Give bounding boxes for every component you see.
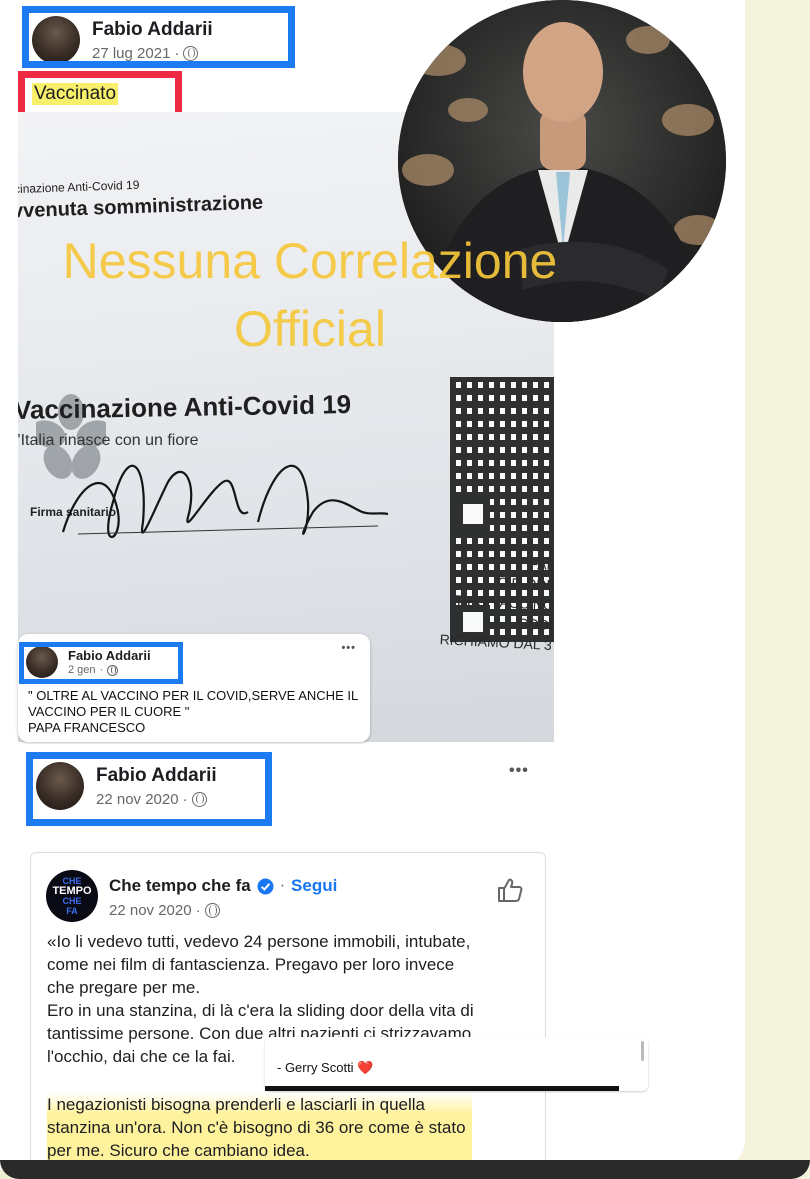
logo-text: TEMPO xyxy=(52,885,92,897)
watermark-line2: Official xyxy=(234,301,386,357)
watermark-line1: Nessuna Correlazione xyxy=(62,233,558,289)
text-line: come nei film di fantascienza. Pregavo p… xyxy=(47,955,455,974)
shared-paragraph-1: «Io li vedevo tutti, vedevo 24 persone i… xyxy=(47,930,470,999)
mini-text-line: VACCINO PER IL CUORE " xyxy=(28,704,190,719)
more-options-icon[interactable]: ••• xyxy=(341,642,356,654)
globe-icon xyxy=(204,903,220,918)
text-line: che pregare per me. xyxy=(47,978,201,997)
shared-page-logo[interactable]: CHE TEMPO CHE FA xyxy=(46,870,98,922)
text-line: stanzina un'ora. Non c'è bisogno di 36 o… xyxy=(47,1118,466,1137)
mini-comment-text: " OLTRE AL VACCINO PER IL COVID,SERVE AN… xyxy=(28,688,358,736)
shared-meta: 22 nov 2020 · xyxy=(109,902,220,919)
shared-header: Che tempo che fa · Segui xyxy=(109,876,337,896)
more-options-icon[interactable]: ••• xyxy=(509,762,529,780)
mini-text-line: " OLTRE AL VACCINO PER IL COVID,SERVE AN… xyxy=(28,688,359,703)
mini-text-line: PAPA FRANCESCO xyxy=(28,720,146,735)
text-line: I negazionisti bisogna prenderli e lasci… xyxy=(47,1095,426,1114)
caption-box: - Gerry Scotti ❤️ xyxy=(265,1037,648,1091)
card-right-text: FAE C.F. DDF TIPO VACCINO CODI RICHIAMO … xyxy=(435,549,554,655)
text-line: per me. Sicuro che cambiano idea. xyxy=(47,1141,310,1160)
shared-date[interactable]: 22 nov 2020 xyxy=(109,902,192,919)
follow-button[interactable]: Segui xyxy=(291,876,337,896)
text-line: «Io li vedevo tutti, vedevo 24 persone i… xyxy=(47,932,471,951)
logo-text: FA xyxy=(66,906,78,916)
signature xyxy=(61,464,388,538)
like-icon[interactable] xyxy=(496,876,524,904)
text-line: Ero in una stanzina, di là c'era la slid… xyxy=(47,1001,474,1020)
verified-badge-icon xyxy=(257,878,274,894)
caption-text: - Gerry Scotti ❤️ xyxy=(277,1060,374,1075)
logo-text: CHE xyxy=(62,896,82,906)
shared-page-name[interactable]: Che tempo che fa xyxy=(109,876,251,896)
right-margin xyxy=(744,0,810,1179)
shared-paragraph-3: I negazionisti bisogna prenderli e lasci… xyxy=(47,1093,472,1162)
separator-dot: · xyxy=(195,902,201,919)
caption-scrollbar[interactable] xyxy=(641,1041,644,1061)
card-title: Vaccinazione Anti-Covid 19 xyxy=(18,389,352,425)
separator-dot: · xyxy=(279,877,286,894)
device-bottom-edge xyxy=(0,1160,810,1179)
highlight-box-mini-author xyxy=(19,642,183,684)
highlight-box-post2-author xyxy=(26,752,272,826)
highlight-box-author xyxy=(22,6,295,68)
caption-underline xyxy=(265,1086,619,1091)
